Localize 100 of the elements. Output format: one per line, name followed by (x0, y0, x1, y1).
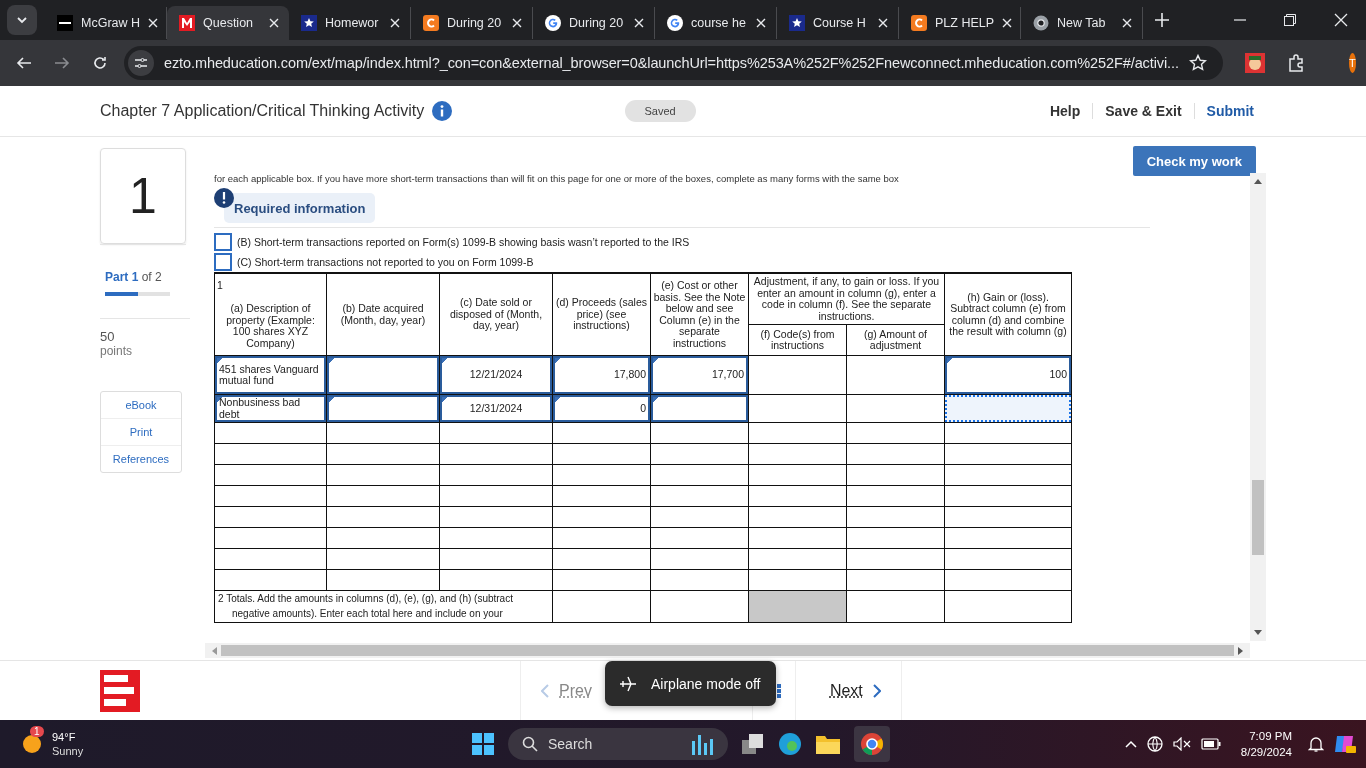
chevron-up-icon[interactable] (1124, 740, 1137, 748)
column-header: (d) Proceeds (sales price) (see instructions) (555, 297, 648, 332)
close-icon[interactable] (756, 18, 766, 28)
previous-button[interactable]: Prev (521, 681, 612, 700)
browser-tab[interactable]: During 20 (411, 7, 533, 39)
bookmark-star-icon[interactable] (1188, 54, 1207, 72)
resource-link[interactable]: eBook (101, 392, 181, 419)
input-field[interactable]: 17,800 (553, 356, 650, 395)
browser-tab[interactable]: PLZ HELP (899, 7, 1021, 39)
scroll-left-icon (211, 646, 217, 655)
alert-icon (214, 188, 234, 208)
extensions-icon[interactable] (1286, 54, 1305, 72)
site-settings-icon[interactable] (128, 50, 154, 76)
browser-tab[interactable]: New Tab (1021, 7, 1143, 39)
input-field[interactable] (327, 395, 439, 423)
column-header: (f) Code(s) from instructions (759, 328, 836, 352)
close-icon[interactable] (878, 18, 888, 28)
browser-tab[interactable]: McGraw H (45, 7, 167, 39)
scrollbar-thumb[interactable] (221, 645, 1234, 656)
resource-link[interactable]: References (101, 446, 181, 472)
tab-title: New Tab (1057, 16, 1107, 30)
browser-tab[interactable]: Homewor (289, 7, 411, 39)
input-field[interactable]: 100 (945, 356, 1071, 395)
totals-label: 2 Totals. Add the amounts in columns (d), (e), (g), and (h) (subtract (218, 593, 514, 606)
header-link[interactable]: Save & Exit (1092, 103, 1194, 119)
sun-icon (22, 734, 42, 754)
check-my-work-button[interactable]: Check my work (1132, 146, 1256, 176)
toast-text: Airplane mode off (651, 675, 761, 692)
tab-title: course he (691, 16, 747, 30)
info-icon[interactable] (432, 101, 453, 121)
c-logo-icon (911, 15, 927, 31)
close-icon[interactable] (148, 18, 159, 28)
chevron-left-icon (541, 683, 549, 698)
input-field[interactable] (945, 395, 1071, 423)
task-view-icon[interactable] (742, 734, 764, 754)
windows-start-icon[interactable] (472, 733, 494, 755)
input-field[interactable]: 451 shares Vanguard mutual fund (215, 356, 326, 395)
tab-title: Question (203, 16, 255, 30)
vertical-scrollbar[interactable] (1250, 173, 1266, 641)
checkbox[interactable] (214, 253, 232, 271)
scroll-up-icon (1254, 178, 1262, 184)
reload-icon[interactable] (92, 55, 108, 71)
close-icon[interactable] (1334, 13, 1348, 27)
browser-tab[interactable]: course he (655, 7, 777, 39)
clock-date: 8/29/2024 (1240, 745, 1292, 760)
browser-tab[interactable]: Course H (777, 7, 899, 39)
checkbox[interactable] (214, 233, 232, 251)
input-field[interactable]: Nonbusiness bad debt (215, 395, 326, 423)
tab-title: Homewor (325, 16, 380, 30)
new-tab-icon[interactable] (1155, 13, 1169, 27)
close-icon[interactable] (634, 18, 644, 28)
close-icon[interactable] (269, 18, 279, 28)
browser-tab[interactable]: During 20 (533, 7, 655, 39)
chrome-taskbar-button[interactable] (854, 726, 890, 762)
temperature: 94°F (52, 729, 77, 744)
extension-avatar-icon[interactable] (1244, 53, 1265, 73)
weather-condition: Sunny (52, 744, 84, 759)
address-bar[interactable]: ezto.mheducation.com/ext/map/index.html?_con=con&external_browser=0&launchUrl=https%253A%252F%252Fnewconnect.mheducation.com%252F#/activi... (124, 46, 1223, 80)
close-icon[interactable] (1122, 18, 1132, 28)
forward-icon[interactable] (54, 55, 70, 71)
close-icon[interactable] (390, 18, 400, 28)
back-icon[interactable] (16, 55, 32, 71)
header-link[interactable]: Help (1037, 103, 1093, 119)
notification-badge: 1 (30, 726, 44, 737)
horizontal-scrollbar[interactable] (205, 643, 1250, 658)
tab-title: During 20 (569, 16, 625, 30)
browser-tab[interactable]: Question (167, 6, 289, 40)
notification-bell-icon[interactable] (1308, 736, 1324, 752)
url-text: ezto.mheducation.com/ext/map/index.html?_con=con&external_browser=0&launchUrl=https%253A%252F%252Fnewconnect.mheducation.com%252F#/activi... (164, 55, 1179, 71)
totals-label: negative amounts). Enter each total here and include on your (231, 608, 504, 621)
close-icon[interactable] (1002, 18, 1013, 28)
column-header: (e) Cost or other basis. See the Note below and see Column (e) in the separate instructions (653, 279, 746, 350)
tab-search-icon[interactable] (7, 5, 37, 35)
header-link[interactable]: Submit (1193, 103, 1254, 119)
folder-icon[interactable] (816, 734, 840, 754)
column-header: (g) Amount of adjustment (863, 328, 928, 352)
input-field[interactable]: 17,700 (651, 356, 748, 395)
speaker-muted-icon[interactable] (1172, 737, 1191, 751)
restore-icon[interactable] (1284, 14, 1296, 26)
input-field[interactable] (651, 395, 748, 423)
input-field[interactable]: 12/21/2024 (440, 356, 552, 395)
scroll-right-icon (1238, 646, 1244, 655)
battery-icon[interactable] (1200, 738, 1221, 750)
resource-link[interactable]: Print (101, 419, 181, 446)
question-number: 1 (100, 148, 186, 244)
g-logo-icon (545, 15, 561, 31)
line-number: 1 (217, 279, 224, 292)
required-info-text: Required information (234, 201, 366, 216)
next-button[interactable]: Next (809, 681, 901, 700)
input-field[interactable] (327, 356, 439, 395)
clock-time: 7:09 PM (1249, 728, 1292, 744)
chevron-right-icon (872, 683, 881, 698)
scrollbar-thumb[interactable] (1252, 479, 1264, 555)
close-icon[interactable] (512, 18, 522, 28)
globe-icon[interactable] (1146, 736, 1163, 752)
column-header: (a) Description of property (Example: 100 shares XYZ Company) (225, 303, 316, 350)
instruction-text: for each applicable box. If you have more short-term transactions than will fit on this page for one or more of the boxes, complete as many forms with the same box (214, 173, 900, 184)
taskbar-search[interactable]: Search (508, 728, 728, 760)
input-field[interactable]: 12/31/2024 (440, 395, 552, 423)
input-field[interactable]: 0 (553, 395, 650, 423)
